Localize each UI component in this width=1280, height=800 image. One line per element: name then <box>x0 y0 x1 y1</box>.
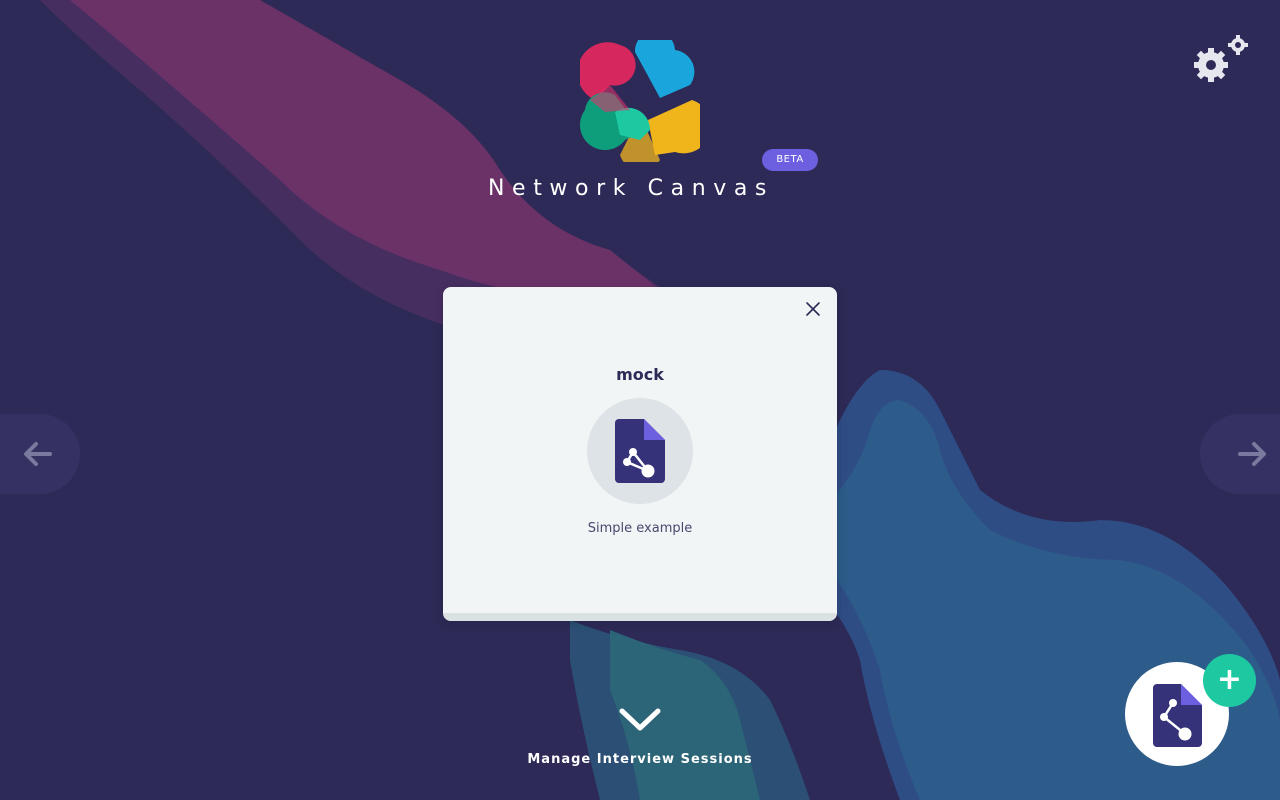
brand-header: Network Canvas BETA <box>480 38 820 208</box>
previous-protocol-button[interactable] <box>0 414 80 494</box>
close-icon <box>806 302 820 316</box>
gears-icon <box>1194 35 1248 82</box>
app-title: Network Canvas <box>488 176 774 201</box>
plus-icon: + <box>1216 662 1243 697</box>
protocol-description: Simple example <box>587 521 693 536</box>
manage-sessions-button[interactable]: Manage Interview Sessions <box>490 700 790 780</box>
next-protocol-button[interactable] <box>1200 414 1280 494</box>
add-protocol-button[interactable]: + <box>1203 654 1256 707</box>
manage-sessions-label: Manage Interview Sessions <box>527 752 753 767</box>
protocol-icon-badge <box>587 398 693 504</box>
card-footer <box>443 613 837 621</box>
protocol-file-icon <box>615 419 665 483</box>
beta-badge: BETA <box>762 149 818 171</box>
network-canvas-logo <box>580 40 700 162</box>
close-button[interactable] <box>805 301 821 317</box>
protocol-card[interactable]: mock Simple example <box>443 287 837 621</box>
protocol-name: mock <box>616 365 664 384</box>
arrow-left-icon <box>24 442 52 466</box>
settings-button[interactable] <box>1190 34 1250 88</box>
chevron-down-icon <box>619 708 661 731</box>
arrow-right-icon <box>1238 442 1266 466</box>
